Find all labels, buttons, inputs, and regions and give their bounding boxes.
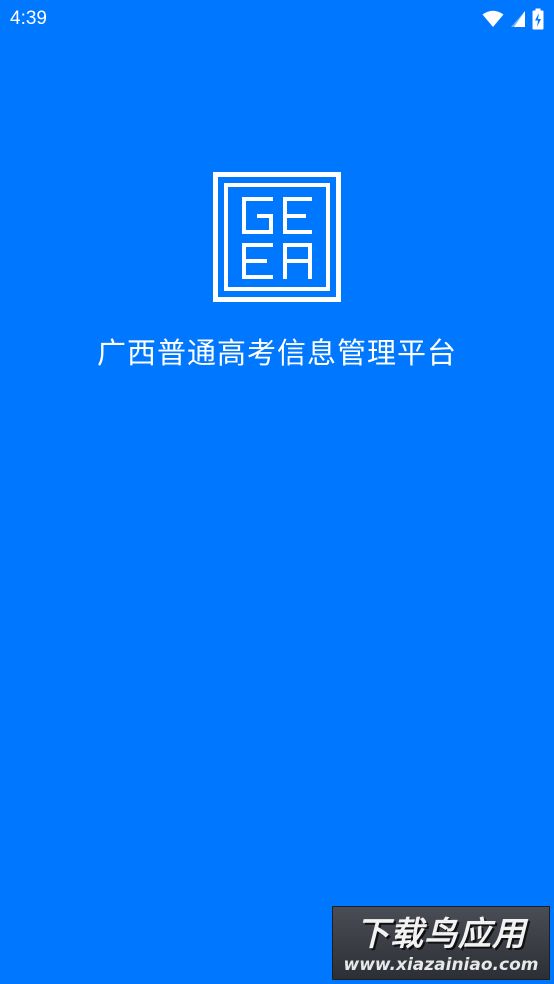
- status-icons: [482, 8, 544, 30]
- watermark-url-text: www.xiazainiao.com: [343, 955, 539, 975]
- watermark-brand-text: 下载鸟应用: [356, 914, 526, 953]
- status-time: 4:39: [10, 8, 47, 29]
- wifi-icon: [482, 10, 504, 28]
- battery-charging-icon: [532, 8, 544, 30]
- watermark-badge: 下载鸟应用 www.xiazainiao.com: [332, 906, 550, 980]
- app-logo: [213, 172, 341, 302]
- status-bar: 4:39: [0, 0, 554, 38]
- splash-screen: 4:39 广西普通高考信息管理平台 下载鸟应用 www.xiazainiao.c…: [0, 0, 554, 984]
- cellular-signal-icon: [510, 10, 526, 28]
- app-title: 广西普通高考信息管理平台: [96, 336, 457, 370]
